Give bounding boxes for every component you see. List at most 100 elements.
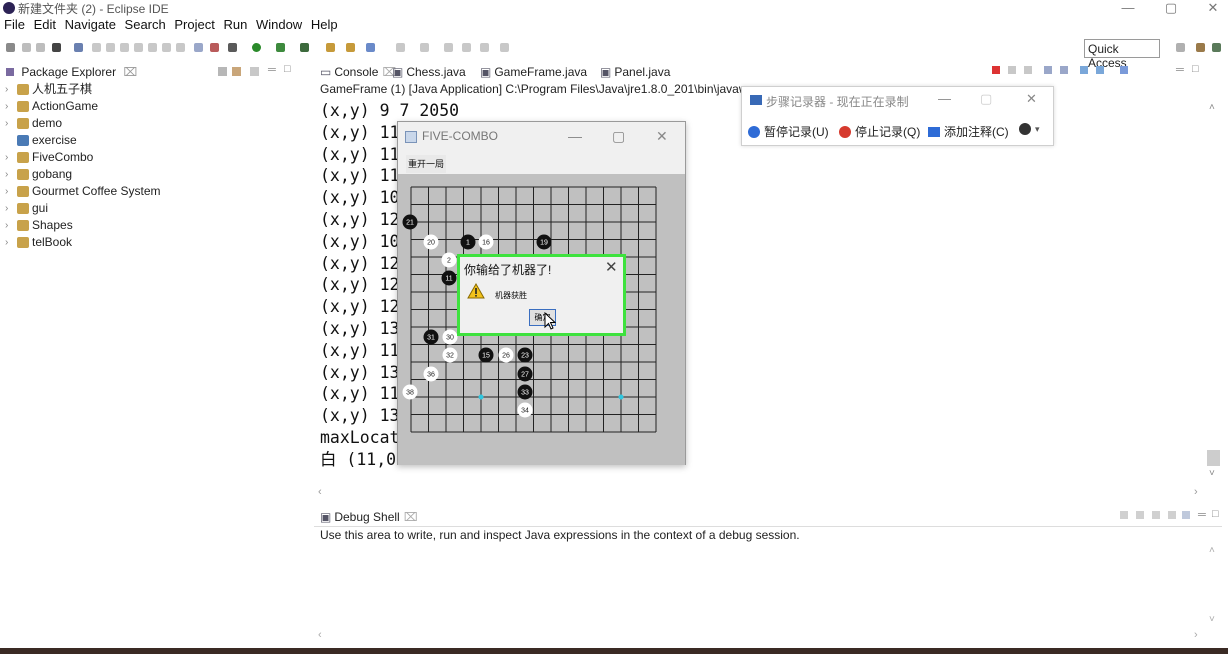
tree-item[interactable]: › telBook	[5, 234, 310, 251]
external-tools-icon[interactable]	[300, 43, 309, 52]
step-over-icon[interactable]	[162, 43, 171, 52]
debug-icon[interactable]	[52, 43, 61, 52]
menu-search[interactable]: Search	[125, 17, 166, 32]
minimize-button[interactable]: —	[938, 91, 951, 106]
minimize-view-icon[interactable]: ═	[1198, 509, 1206, 521]
resume-icon[interactable]	[92, 43, 101, 52]
minimize-button[interactable]: —	[568, 128, 582, 144]
menu-project[interactable]: Project	[174, 17, 214, 32]
expand-arrow-icon[interactable]: ›	[5, 217, 17, 234]
save-all-icon[interactable]	[36, 43, 45, 52]
terminate-console-icon[interactable]	[992, 66, 1000, 74]
tab-chess-java[interactable]: ▣ Chess.java	[392, 65, 466, 79]
expand-arrow-icon[interactable]: ›	[5, 98, 17, 115]
scroll-down-icon[interactable]: ˅	[1209, 614, 1215, 625]
scroll-right-icon[interactable]: ›	[1194, 486, 1198, 498]
step-into-icon[interactable]	[148, 43, 157, 52]
console-vertical-scrollbar[interactable]: ˄ ˅	[1206, 82, 1222, 486]
terminate-icon[interactable]	[120, 43, 129, 52]
minimize-view-icon[interactable]: ═	[1176, 64, 1184, 76]
collapse-all-icon[interactable]	[218, 67, 227, 76]
add-comment-button[interactable]: 添加注释(C)	[928, 123, 1009, 140]
prev-annotation-icon[interactable]	[462, 43, 471, 52]
remove-launch-icon[interactable]	[1008, 66, 1016, 74]
maximize-button[interactable]: ▢	[612, 128, 625, 145]
close-tab-icon[interactable]: ⌧	[123, 65, 137, 79]
skip-breakpoints-icon[interactable]	[74, 43, 83, 52]
word-wrap-icon[interactable]	[1060, 66, 1068, 74]
display-console-icon[interactable]	[1096, 66, 1104, 74]
tree-item[interactable]: › ActionGame	[5, 98, 310, 115]
scroll-up-icon[interactable]: ˄	[1209, 102, 1215, 113]
drop-to-frame-icon[interactable]	[194, 43, 203, 52]
maximize-view-icon[interactable]: □	[1212, 508, 1219, 520]
view-menu-icon[interactable]	[1182, 511, 1190, 519]
menu-navigate[interactable]: Navigate	[65, 17, 116, 32]
restart-button[interactable]: 重开一局	[406, 155, 446, 173]
close-window-button[interactable]: ✕	[1026, 91, 1037, 107]
tab-panel-java[interactable]: ▣ Panel.java	[600, 65, 670, 79]
execute-icon[interactable]	[1152, 511, 1160, 519]
forward-icon[interactable]	[500, 43, 509, 52]
maximize-button[interactable]: ▢	[1156, 0, 1186, 16]
new-java-project-icon[interactable]	[326, 43, 335, 52]
display-icon[interactable]	[1136, 511, 1144, 519]
maximize-button[interactable]: ▢	[980, 91, 992, 107]
minimize-button[interactable]: —	[1113, 0, 1143, 15]
close-window-button[interactable]: ✕	[1198, 0, 1228, 16]
expand-arrow-icon[interactable]: ›	[5, 81, 17, 98]
close-tab-icon[interactable]: ⌧	[404, 510, 418, 524]
clear-icon[interactable]	[1168, 511, 1176, 519]
tree-item[interactable]: › demo	[5, 115, 310, 132]
package-explorer-tab[interactable]: Package Explorer ⌧ ═ □	[0, 63, 310, 81]
maximize-view-icon[interactable]: □	[1192, 63, 1199, 75]
tree-item[interactable]: › Shapes	[5, 217, 310, 234]
coverage-icon[interactable]	[276, 43, 285, 52]
tree-item[interactable]: › 人机五子棋	[5, 81, 310, 98]
expand-arrow-icon[interactable]: ›	[5, 115, 17, 132]
pause-record-button[interactable]: 暂停记录(U)	[748, 123, 829, 140]
next-annotation-icon[interactable]	[444, 43, 453, 52]
save-icon[interactable]	[22, 43, 31, 52]
dialog-close-button[interactable]: ✕	[605, 258, 618, 276]
new-class-icon[interactable]	[366, 43, 375, 52]
scroll-up-icon[interactable]: ˄	[1209, 545, 1215, 556]
disconnect-icon[interactable]	[134, 43, 143, 52]
scroll-left-icon[interactable]: ‹	[318, 629, 322, 641]
tab-gameframe-java[interactable]: ▣ GameFrame.java	[480, 65, 587, 79]
link-editor-icon[interactable]	[232, 67, 241, 76]
expand-arrow-icon[interactable]: ›	[5, 234, 17, 251]
scroll-right-icon[interactable]: ›	[1194, 629, 1198, 641]
menu-window[interactable]: Window	[256, 17, 302, 32]
tree-item[interactable]: › FiveCombo	[5, 149, 310, 166]
maximize-view-icon[interactable]: □	[284, 63, 291, 75]
minimize-view-icon[interactable]: ═	[268, 64, 276, 76]
debug-perspective-icon[interactable]	[1212, 43, 1221, 52]
tree-item[interactable]: › Gourmet Coffee System	[5, 183, 310, 200]
tab-debug-shell[interactable]: ▣ Debug Shell ⌧	[320, 510, 418, 524]
open-type-icon[interactable]	[396, 43, 405, 52]
scroll-thumb[interactable]	[1207, 450, 1220, 466]
menu-help[interactable]: Help	[311, 17, 338, 32]
inspect-icon[interactable]	[1120, 511, 1128, 519]
help-button[interactable]: ▾	[1019, 123, 1040, 135]
tree-item[interactable]: › gobang	[5, 166, 310, 183]
view-menu-icon[interactable]	[250, 67, 259, 76]
debug-shell-hint[interactable]: Use this area to write, run and inspect …	[320, 528, 800, 542]
suspend-icon[interactable]	[106, 43, 115, 52]
expand-arrow-icon[interactable]: ›	[5, 166, 17, 183]
pin-console-icon[interactable]	[1080, 66, 1088, 74]
new-icon[interactable]	[6, 43, 15, 52]
console-horizontal-scrollbar[interactable]: ‹ ›	[314, 485, 1222, 501]
expand-arrow-icon[interactable]: ›	[5, 183, 17, 200]
scroll-left-icon[interactable]: ‹	[318, 486, 322, 498]
menu-edit[interactable]: Edit	[34, 17, 56, 32]
expand-arrow-icon[interactable]: ›	[5, 200, 17, 217]
search-icon[interactable]	[420, 43, 429, 52]
step-return-icon[interactable]	[176, 43, 185, 52]
scroll-lock-icon[interactable]	[1044, 66, 1052, 74]
stop-record-button[interactable]: 停止记录(Q)	[839, 123, 920, 140]
debug-horizontal-scrollbar[interactable]: ‹ ›	[314, 628, 1222, 644]
close-window-button[interactable]: ✕	[656, 128, 668, 145]
tree-item[interactable]: › gui	[5, 200, 310, 217]
